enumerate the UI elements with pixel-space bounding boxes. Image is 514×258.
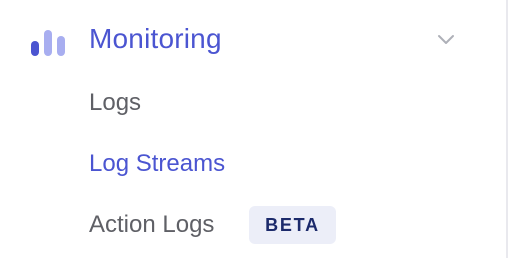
nav-item-log-streams[interactable]: Log Streams [89,149,225,179]
monitoring-section-header[interactable]: Monitoring [0,10,500,70]
beta-badge: BETA [249,206,336,244]
chevron-down-icon[interactable] [434,30,458,50]
bar-chart-icon [31,24,67,56]
nav-item-action-logs[interactable]: Action Logs [89,210,214,240]
bar-chart-icon-bar [31,41,39,56]
bar-chart-icon-bar [44,30,52,56]
section-title: Monitoring [89,23,222,54]
sidebar-right-border [506,0,508,258]
bar-chart-icon-bar [57,36,65,56]
nav-item-logs[interactable]: Logs [89,88,141,118]
